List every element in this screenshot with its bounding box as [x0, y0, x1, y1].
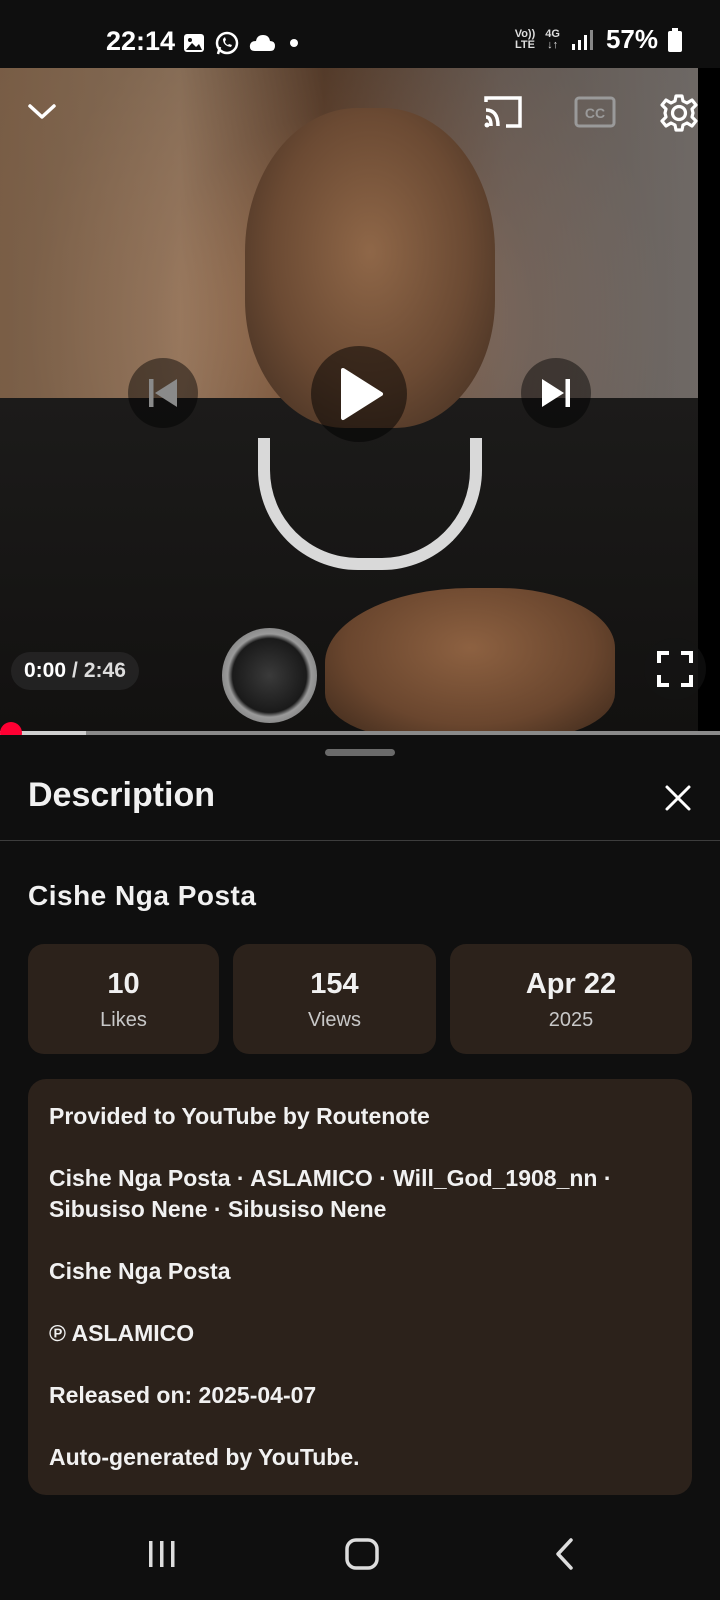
previous-button[interactable]	[128, 358, 198, 428]
video-title: Cishe Nga Posta	[28, 880, 257, 911]
likes-stat: 10 Likes	[28, 944, 219, 1054]
home-button[interactable]	[332, 1524, 392, 1584]
current-time: 0:00	[24, 659, 67, 682]
system-nav-bar	[0, 1512, 720, 1600]
fullscreen-icon	[657, 651, 693, 687]
cast-icon	[484, 96, 522, 128]
battery-percent: 57%	[605, 24, 658, 54]
close-icon	[665, 785, 691, 811]
description-album: Cishe Nga Posta	[49, 1258, 231, 1284]
back-button[interactable]	[535, 1524, 595, 1584]
likes-count: 10	[107, 968, 140, 1000]
volte-top: Vo))	[514, 27, 536, 40]
cast-button[interactable]	[478, 90, 528, 134]
status-right: Vo)) LTE 4G ↓↑ 57%	[515, 24, 682, 55]
recents-button[interactable]	[132, 1524, 192, 1584]
play-button[interactable]	[311, 346, 407, 442]
settings-icon	[660, 94, 698, 132]
description-box: Provided to YouTube by Routenote Cishe N…	[28, 1079, 692, 1495]
time-separator: /	[72, 659, 78, 682]
cloud-icon	[249, 35, 275, 51]
home-icon	[345, 1538, 379, 1570]
next-icon	[542, 379, 570, 407]
drag-handle[interactable]	[325, 749, 395, 756]
likes-label: Likes	[100, 1009, 147, 1031]
views-stat: 154 Views	[233, 944, 436, 1054]
video-edge	[698, 68, 720, 732]
captions-label: CC	[585, 105, 605, 121]
data-arrows-icon: ↓↑	[547, 38, 559, 51]
play-icon	[341, 368, 383, 420]
volte-indicator: Vo)) LTE	[514, 27, 536, 51]
collapse-icon	[28, 104, 56, 119]
network-type-label: 4G	[545, 27, 560, 40]
divider	[0, 840, 720, 841]
video-player[interactable]: CC 0:00 / 2:46	[0, 68, 720, 732]
description-autogenerated: Auto-generated by YouTube.	[49, 1444, 360, 1470]
video-frame-watch	[222, 628, 317, 723]
description-credits: Cishe Nga Posta · ASLAMICO · Will_God_19…	[49, 1165, 612, 1222]
signal-icon	[571, 29, 593, 50]
volte-bottom: LTE	[514, 38, 535, 51]
fullscreen-button[interactable]	[644, 638, 706, 700]
next-button[interactable]	[521, 358, 591, 428]
dot-icon	[290, 39, 298, 47]
captions-button[interactable]: CC	[570, 90, 620, 134]
status-time: 22:14	[106, 26, 176, 56]
sheet-title: Description	[28, 776, 216, 814]
back-icon	[556, 1538, 573, 1570]
notification-icons	[182, 30, 304, 56]
previous-icon	[149, 379, 177, 407]
date-stat: Apr 22 2025	[450, 944, 692, 1054]
upload-date: Apr 22	[525, 968, 617, 1000]
duration: 2:46	[83, 659, 126, 682]
description-copyright: ℗ ASLAMICO	[49, 1320, 195, 1346]
upload-year: 2025	[548, 1009, 594, 1031]
battery-icon	[668, 27, 682, 52]
status-bar: 22:14 Vo)) LTE 4G ↓↑ 57%	[0, 0, 720, 68]
settings-button[interactable]	[654, 88, 704, 138]
views-count: 154	[310, 968, 359, 1000]
views-label: Views	[308, 1009, 361, 1031]
captions-icon: CC	[574, 96, 616, 128]
description-provider: Provided to YouTube by Routenote	[49, 1103, 430, 1129]
video-frame-hand	[325, 588, 615, 732]
time-display: 0:00 / 2:46	[11, 652, 139, 690]
network-type: 4G ↓↑	[545, 27, 560, 51]
close-button[interactable]	[656, 776, 700, 820]
recents-icon	[149, 1541, 175, 1567]
collapse-button[interactable]	[20, 90, 64, 134]
gallery-icon	[184, 34, 204, 52]
description-release-date: Released on: 2025-04-07	[49, 1382, 317, 1408]
whatsapp-icon	[215, 31, 239, 55]
